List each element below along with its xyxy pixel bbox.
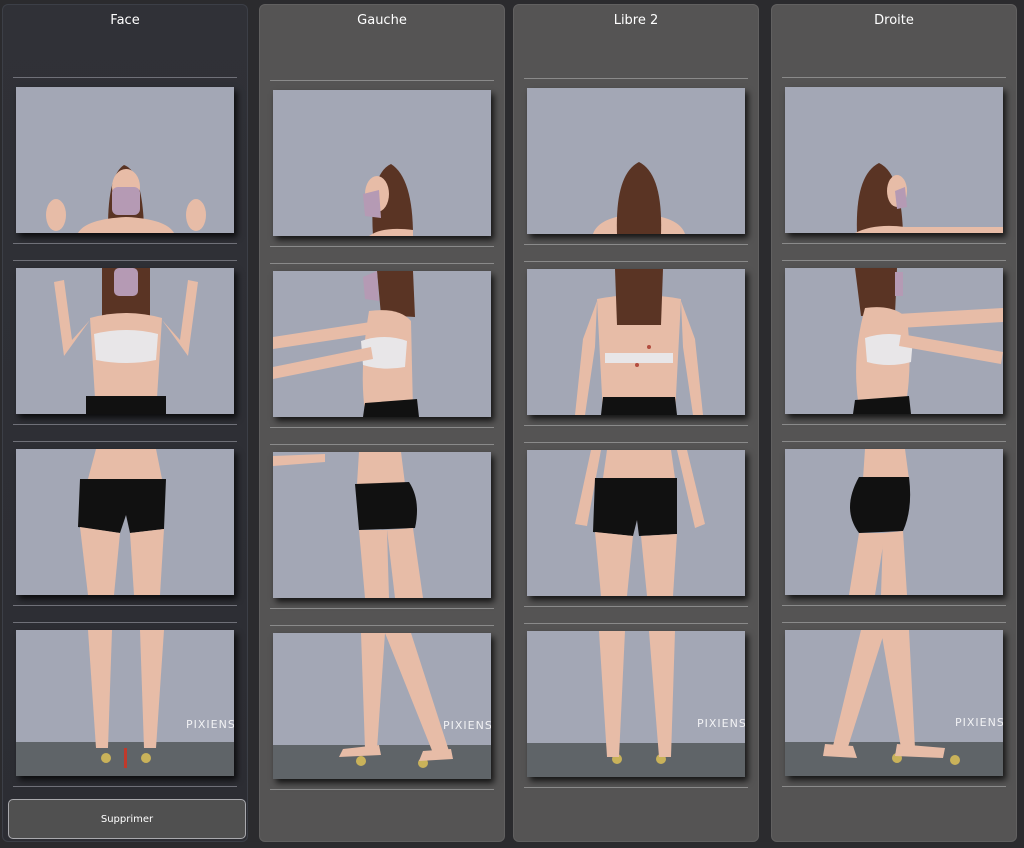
separator	[524, 425, 748, 426]
separator	[782, 243, 1006, 244]
photo-libre2-torso[interactable]	[527, 269, 745, 415]
photo-face-torso[interactable]	[16, 268, 234, 414]
photo-droite-legs-image: PIXIENS	[785, 630, 1003, 776]
column-droite[interactable]: Droite PIXIENS	[771, 4, 1017, 842]
separator	[782, 77, 1006, 78]
photo-gauche-legs-image: PIXIENS	[273, 633, 491, 779]
photo-gauche-torso-image	[273, 271, 491, 417]
photo-droite-torso[interactable]	[785, 268, 1003, 414]
photo-face-legs-image: PIXIENS	[16, 630, 234, 776]
photo-libre2-legs[interactable]: PIXIENS	[527, 631, 745, 777]
separator	[270, 608, 494, 609]
photo-libre2-torso-image	[527, 269, 745, 415]
photo-face-legs[interactable]: PIXIENS	[16, 630, 234, 776]
photo-face-upper-body[interactable]	[16, 87, 234, 233]
separator	[13, 243, 237, 244]
photo-droite-torso-image	[785, 268, 1003, 414]
separator	[270, 263, 494, 264]
photo-libre2-hips[interactable]	[527, 450, 745, 596]
photo-droite-legs[interactable]: PIXIENS	[785, 630, 1003, 776]
separator	[782, 786, 1006, 787]
photo-libre2-upper-body[interactable]	[527, 88, 745, 234]
photo-droite-upper-body[interactable]	[785, 87, 1003, 233]
separator	[270, 789, 494, 790]
separator	[13, 605, 237, 606]
photo-face-torso-image	[16, 268, 234, 414]
separator	[524, 78, 748, 79]
column-title-face: Face	[110, 13, 140, 28]
separator	[270, 80, 494, 81]
photo-libre2-legs-image: PIXIENS	[527, 631, 745, 777]
separator	[13, 424, 237, 425]
watermark: PIXIENS	[443, 719, 491, 732]
photo-gauche-torso[interactable]	[273, 271, 491, 417]
separator	[13, 77, 237, 78]
photo-droite-hips[interactable]	[785, 449, 1003, 595]
photo-gauche-upper-body[interactable]	[273, 90, 491, 236]
separator	[524, 442, 748, 443]
separator	[782, 260, 1006, 261]
column-libre2[interactable]: Libre 2 PIXIENS	[513, 4, 759, 842]
separator	[270, 444, 494, 445]
separator	[13, 786, 237, 787]
separator	[782, 424, 1006, 425]
watermark: PIXIENS	[697, 717, 745, 730]
separator	[524, 244, 748, 245]
column-gauche[interactable]: Gauche PIXIENS	[259, 4, 505, 842]
watermark: PIXIENS	[186, 718, 234, 731]
photo-gauche-legs[interactable]: PIXIENS	[273, 633, 491, 779]
photo-face-upper-body-image	[16, 87, 234, 233]
separator	[270, 427, 494, 428]
column-title-libre2: Libre 2	[613, 13, 659, 28]
column-title-droite: Droite	[874, 13, 914, 28]
separator	[13, 441, 237, 442]
photo-gauche-hips-image	[273, 452, 491, 598]
separator	[13, 622, 237, 623]
delete-button[interactable]: Supprimer	[8, 799, 246, 839]
photo-face-hips[interactable]	[16, 449, 234, 595]
separator	[270, 625, 494, 626]
column-face[interactable]: Face PIXIENS Supprimer	[2, 4, 248, 842]
photo-libre2-hips-image	[527, 450, 745, 596]
photo-droite-upper-body-image	[785, 87, 1003, 233]
watermark: PIXIENS	[955, 716, 1003, 729]
photo-face-hips-image	[16, 449, 234, 595]
separator	[524, 606, 748, 607]
column-title-gauche: Gauche	[357, 13, 407, 28]
photo-gauche-hips[interactable]	[273, 452, 491, 598]
photo-droite-hips-image	[785, 449, 1003, 595]
separator	[13, 260, 237, 261]
separator	[524, 787, 748, 788]
separator	[270, 246, 494, 247]
photo-gauche-upper-body-image	[273, 90, 491, 236]
photo-libre2-upper-body-image	[527, 88, 745, 234]
separator	[524, 261, 748, 262]
separator	[782, 622, 1006, 623]
separator	[524, 623, 748, 624]
separator	[782, 605, 1006, 606]
separator	[782, 441, 1006, 442]
